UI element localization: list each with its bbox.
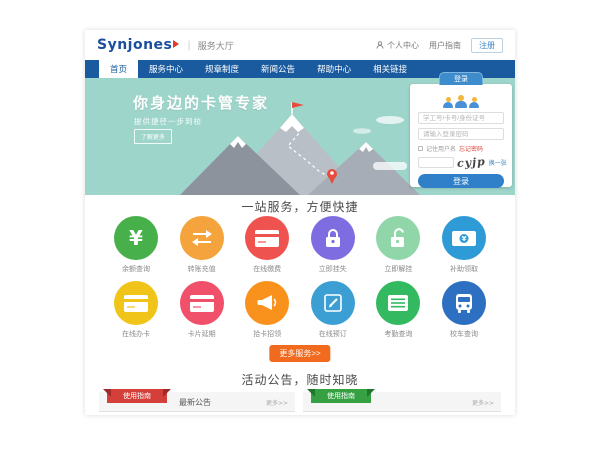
forgot-password-link[interactable]: 忘记密码	[459, 144, 483, 153]
nav-item-help[interactable]: 帮助中心	[306, 60, 362, 78]
announcements-title: 活动公告，随时知晓	[85, 371, 515, 388]
hero-title: 你身边的卡管专家	[133, 92, 269, 113]
captcha-input[interactable]	[418, 157, 454, 168]
password-input[interactable]	[418, 128, 504, 140]
hero-subtitle: 提供捷径一步到校	[134, 116, 202, 127]
site-name: 服务大厅	[198, 39, 234, 52]
card-icon	[114, 281, 158, 325]
nav-item-service-center[interactable]: 服务中心	[138, 60, 194, 78]
left-more-link[interactable]: 更多>>	[266, 398, 288, 407]
service-school-bus[interactable]: 校车查询	[433, 281, 495, 339]
service-transfer[interactable]: 转账充值	[171, 216, 233, 274]
register-button[interactable]: 注册	[471, 38, 503, 53]
remember-checkbox[interactable]	[418, 146, 423, 151]
service-found-card[interactable]: 拾卡招领	[236, 281, 298, 339]
svg-text:¥: ¥	[462, 235, 467, 243]
service-balance[interactable]: ¥ 余额查询	[105, 216, 167, 274]
lock-icon	[311, 216, 355, 260]
megaphone-icon	[245, 281, 289, 325]
card-icon	[180, 281, 224, 325]
site-container: Synjones | 服务大厅 个人中心 用户指南 注册 首页 服务中心 规章制…	[85, 30, 515, 415]
service-unlock[interactable]: 立即解挂	[367, 216, 429, 274]
services-row-2: 在线办卡 卡片延期 拾卡招领 在线预订 考勤查询	[105, 281, 495, 339]
logo-accent-icon	[173, 40, 179, 48]
yen-icon: ¥	[114, 216, 158, 260]
personal-center-label: 个人中心	[387, 40, 419, 51]
more-services-button[interactable]: 更多服务>>	[269, 345, 330, 362]
service-card-renewal[interactable]: 卡片延期	[171, 281, 233, 339]
captcha-image[interactable]: cyjp	[457, 155, 487, 170]
login-tab[interactable]: 登录	[439, 72, 483, 85]
card-icon	[245, 216, 289, 260]
header: Synjones | 服务大厅 个人中心 用户指南 注册	[85, 30, 515, 60]
login-button[interactable]: 登录	[418, 174, 504, 188]
service-pay-online[interactable]: 在线缴费	[236, 216, 298, 274]
service-apply-card[interactable]: 在线办卡	[105, 281, 167, 339]
banknote-icon: ¥	[442, 216, 486, 260]
header-right: 个人中心 用户指南 注册	[376, 38, 503, 53]
announcements-left-panel: 使用指南 最新公告 更多>>	[99, 392, 295, 412]
person-icon	[376, 41, 384, 49]
nav-item-home[interactable]: 首页	[99, 60, 138, 78]
remember-label: 记住用户名	[426, 144, 456, 153]
nav-item-rules[interactable]: 规章制度	[194, 60, 250, 78]
nav-item-news[interactable]: 新闻公告	[250, 60, 306, 78]
personal-center-link[interactable]: 个人中心	[376, 40, 419, 51]
edit-icon	[311, 281, 355, 325]
services-row-1: ¥ 余额查询 转账充值 在线缴费 立即挂失 立即解挂	[105, 216, 495, 274]
logo[interactable]: Synjones	[97, 37, 180, 53]
service-report-loss[interactable]: 立即挂失	[302, 216, 364, 274]
right-more-link[interactable]: 更多>>	[472, 398, 494, 407]
service-online-booking[interactable]: 在线预订	[302, 281, 364, 339]
hero-cta-button[interactable]: 了解更多	[134, 129, 172, 144]
header-separator: |	[187, 40, 190, 51]
transfer-icon	[180, 216, 224, 260]
list-icon	[376, 281, 420, 325]
latest-news-tab[interactable]: 最新公告	[179, 397, 211, 408]
cloud-icon	[373, 162, 407, 170]
users-icon	[418, 90, 504, 108]
service-subsidy[interactable]: ¥ 补助领取	[433, 216, 495, 274]
bus-icon	[442, 281, 486, 325]
account-input[interactable]	[418, 112, 504, 124]
user-guide-link[interactable]: 用户指南	[429, 40, 461, 51]
unlock-icon	[376, 216, 420, 260]
services-title: 一站服务，方便快捷	[85, 198, 515, 215]
login-panel: 登录 记住用户名 忘记密码 cyjp 换一张 登录	[410, 72, 512, 187]
service-attendance[interactable]: 考勤查询	[367, 281, 429, 339]
announcements-right-panel: 使用指南 更多>>	[303, 392, 501, 412]
user-guide-label: 用户指南	[429, 40, 461, 51]
logo-text: Synjones	[97, 37, 172, 53]
right-ribbon-tab[interactable]: 使用指南	[311, 389, 371, 403]
login-body: 记住用户名 忘记密码 cyjp 换一张 登录	[410, 84, 512, 187]
left-ribbon-tab[interactable]: 使用指南	[107, 389, 167, 403]
change-captcha-link[interactable]: 换一张	[489, 158, 507, 167]
